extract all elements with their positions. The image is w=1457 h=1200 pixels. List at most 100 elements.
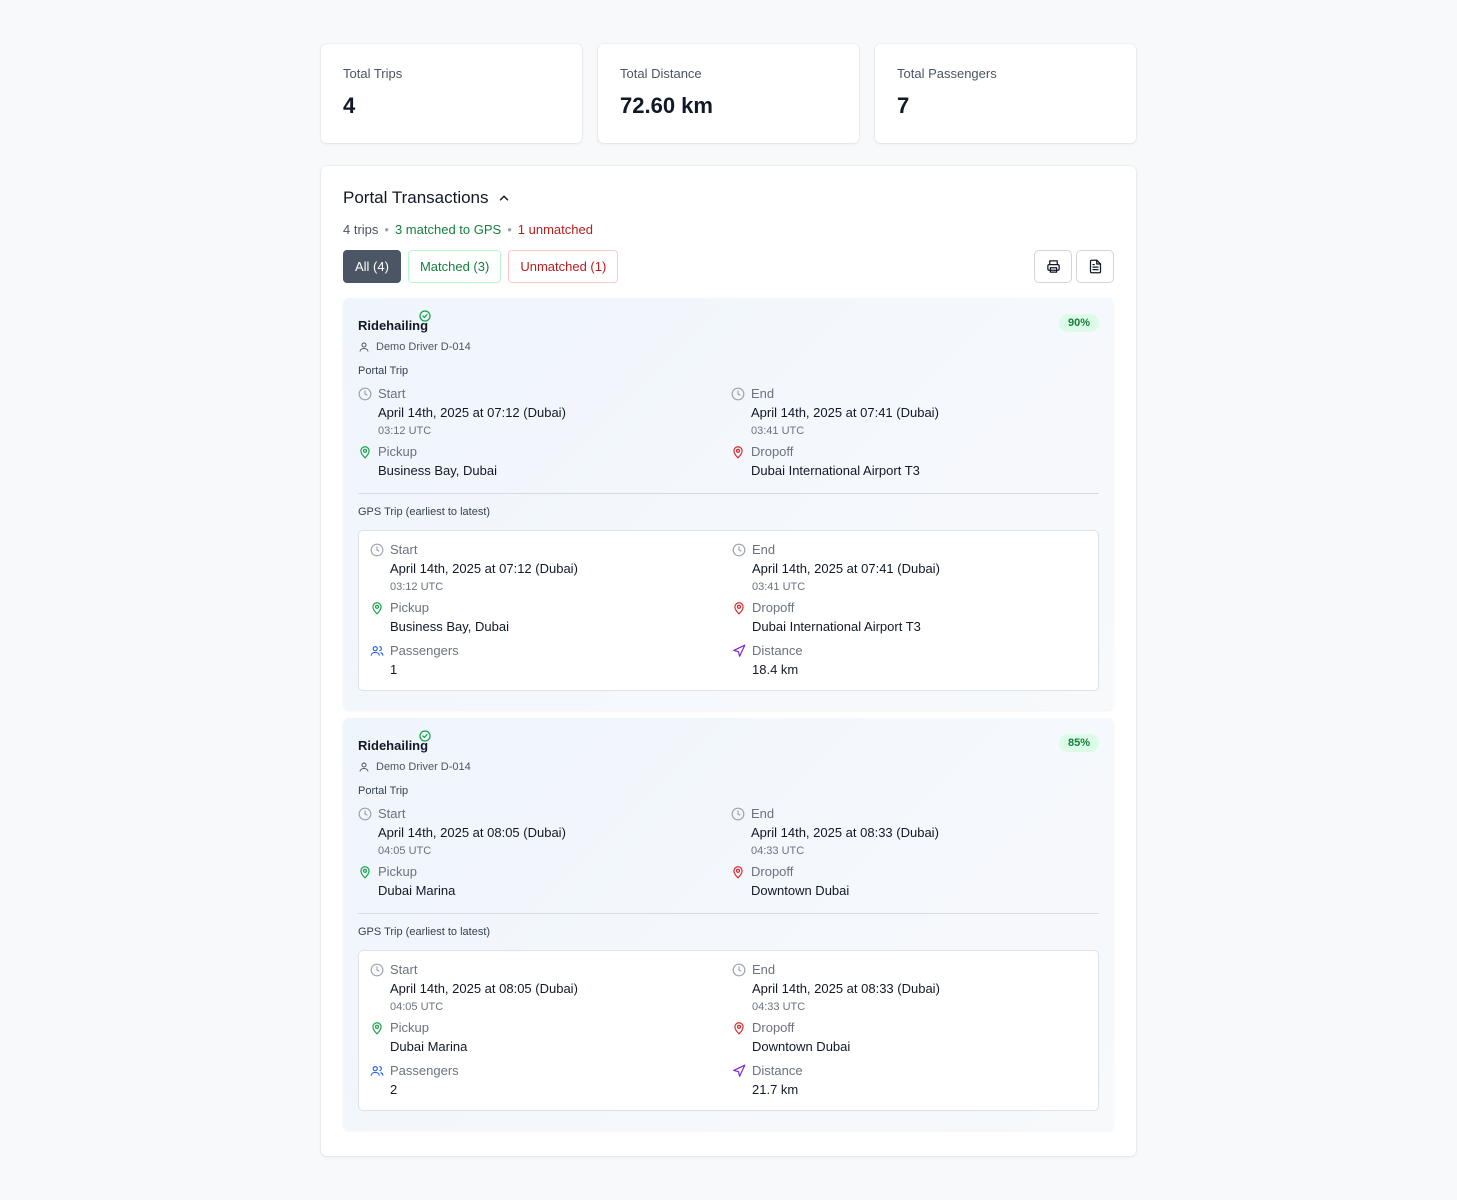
start-field: Start April 14th, 2025 at 08:05 (Dubai) … xyxy=(358,806,731,857)
field-label: Pickup xyxy=(390,600,430,615)
pickup-field: Pickup Dubai Marina xyxy=(370,1020,732,1056)
pickup-field: Pickup Business Bay, Dubai xyxy=(358,444,731,480)
stat-label: Total Passengers xyxy=(897,66,997,81)
navigation-icon xyxy=(733,644,746,657)
match-score-badge: 85% xyxy=(1058,734,1099,752)
stat-value: 4 xyxy=(343,93,356,118)
gps-trip-label: GPS Trip (earliest to latest) xyxy=(358,506,491,518)
start-field: Start April 14th, 2025 at 07:12 (Dubai) … xyxy=(358,386,731,437)
start-utc: 04:05 UTC xyxy=(390,1001,444,1013)
dropoff-location: Downtown Dubai xyxy=(751,883,850,898)
filter-group: All (4) Matched (3) Unmatched (1) xyxy=(343,250,619,283)
dropoff-location: Dubai International Airport T3 xyxy=(752,619,921,634)
stat-card-total-distance: Total Distance 72.60 km xyxy=(598,44,859,143)
field-label: Pickup xyxy=(378,444,418,459)
end-field: End April 14th, 2025 at 08:33 (Dubai) 04… xyxy=(732,962,1087,1013)
field-label: Start xyxy=(390,962,418,977)
driver-line: Demo Driver D-014 xyxy=(358,761,1099,773)
dropoff-field: Dropoff Downtown Dubai xyxy=(732,1020,1087,1056)
filter-matched-button[interactable]: Matched (3) xyxy=(407,250,502,283)
dropoff-field: Dropoff Dubai International Airport T3 xyxy=(731,444,1099,480)
start-utc: 03:12 UTC xyxy=(390,581,444,593)
end-time: April 14th, 2025 at 07:41 (Dubai) xyxy=(751,405,939,420)
end-time: April 14th, 2025 at 07:41 (Dubai) xyxy=(752,561,940,576)
map-pin-icon xyxy=(372,1022,382,1035)
portal-transactions-panel: Portal Transactions 4 trips • 3 matched … xyxy=(321,166,1136,1156)
map-pin-icon xyxy=(360,446,370,459)
toolbar: All (4) Matched (3) Unmatched (1) xyxy=(343,250,1114,283)
field-label: End xyxy=(752,542,776,557)
stat-card-total-trips: Total Trips 4 xyxy=(321,44,582,143)
driver-name: Demo Driver D-014 xyxy=(376,341,471,353)
trip-card[interactable]: Ridehailing 90% Demo Driver D-014 Portal… xyxy=(343,298,1114,710)
chevron-up-icon xyxy=(499,195,508,201)
matched-count: 3 matched to GPS xyxy=(394,222,502,237)
field-label: Start xyxy=(378,386,406,401)
start-field: Start April 14th, 2025 at 07:12 (Dubai) … xyxy=(370,542,732,593)
map-pin-icon xyxy=(733,446,743,459)
panel-header-toggle[interactable]: Portal Transactions xyxy=(343,188,1114,208)
end-utc: 03:41 UTC xyxy=(751,425,805,437)
gps-trip-box: Start April 14th, 2025 at 07:12 (Dubai) … xyxy=(358,530,1099,691)
driver-line: Demo Driver D-014 xyxy=(358,341,1099,353)
start-field: Start April 14th, 2025 at 08:05 (Dubai) … xyxy=(370,962,732,1013)
portal-trip-label: Portal Trip xyxy=(358,365,409,377)
start-time: April 14th, 2025 at 07:12 (Dubai) xyxy=(378,405,566,420)
pickup-location: Dubai Marina xyxy=(390,1039,468,1054)
field-label: Dropoff xyxy=(752,1020,795,1035)
end-utc: 03:41 UTC xyxy=(752,581,806,593)
check-circle-icon xyxy=(419,730,431,742)
field-label: Distance xyxy=(752,1063,803,1078)
trip-header: Ridehailing 85% xyxy=(358,730,1099,755)
field-label: End xyxy=(752,962,776,977)
clock-icon xyxy=(731,807,745,821)
file-text-icon xyxy=(1089,259,1101,274)
start-utc: 03:12 UTC xyxy=(378,425,432,437)
end-field: End April 14th, 2025 at 08:33 (Dubai) 04… xyxy=(731,806,1099,857)
stat-label: Total Trips xyxy=(343,66,403,81)
passengers-field: Passengers 2 xyxy=(370,1063,732,1099)
map-pin-icon xyxy=(372,602,382,615)
field-label: Start xyxy=(390,542,418,557)
field-label: Dropoff xyxy=(752,600,795,615)
trip-count: 4 trips xyxy=(343,222,379,237)
trip-type: Ridehailing xyxy=(358,738,429,753)
gps-trip-label: GPS Trip (earliest to latest) xyxy=(358,926,491,938)
map-pin-icon xyxy=(734,602,744,615)
field-label: Passengers xyxy=(390,1063,459,1078)
passengers-field: Passengers 1 xyxy=(370,643,732,679)
dropoff-location: Dubai International Airport T3 xyxy=(751,463,920,478)
clock-icon xyxy=(731,387,745,401)
trip-card[interactable]: Ridehailing 85% Demo Driver D-014 Portal… xyxy=(343,718,1114,1130)
export-button[interactable] xyxy=(1076,250,1114,283)
end-utc: 04:33 UTC xyxy=(752,1001,806,1013)
distance-value: 21.7 km xyxy=(752,1082,799,1097)
distance-field: Distance 21.7 km xyxy=(732,1063,1087,1099)
pickup-field: Pickup Business Bay, Dubai xyxy=(370,600,732,636)
pickup-location: Dubai Marina xyxy=(378,883,456,898)
panel-title: Portal Transactions xyxy=(343,188,489,207)
clock-icon xyxy=(358,387,372,401)
trip-header: Ridehailing 90% xyxy=(358,310,1099,335)
stats-row: Total Trips 4 Total Distance 72.60 km To… xyxy=(321,44,1136,143)
check-circle-icon xyxy=(419,310,431,322)
field-label: Dropoff xyxy=(751,864,794,879)
stat-value: 72.60 km xyxy=(620,93,713,118)
field-label: Passengers xyxy=(390,643,459,658)
filter-all-button[interactable]: All (4) xyxy=(343,250,401,283)
gps-trip-details: Start April 14th, 2025 at 08:05 (Dubai) … xyxy=(370,962,1087,1099)
separator-dot: • xyxy=(384,222,389,237)
print-button[interactable] xyxy=(1034,250,1072,283)
portal-trip-details: Start April 14th, 2025 at 07:12 (Dubai) … xyxy=(358,386,1099,480)
navigation-icon xyxy=(733,1064,746,1077)
filter-unmatched-button[interactable]: Unmatched (1) xyxy=(508,250,619,283)
stat-label: Total Distance xyxy=(620,66,702,81)
start-utc: 04:05 UTC xyxy=(378,845,432,857)
field-label: Pickup xyxy=(390,1020,430,1035)
portal-trip-label: Portal Trip xyxy=(358,785,409,797)
clock-icon xyxy=(370,543,384,557)
users-icon xyxy=(370,1066,384,1076)
trip-type: Ridehailing xyxy=(358,318,429,333)
field-label: Start xyxy=(378,806,406,821)
pickup-field: Pickup Dubai Marina xyxy=(358,864,731,900)
